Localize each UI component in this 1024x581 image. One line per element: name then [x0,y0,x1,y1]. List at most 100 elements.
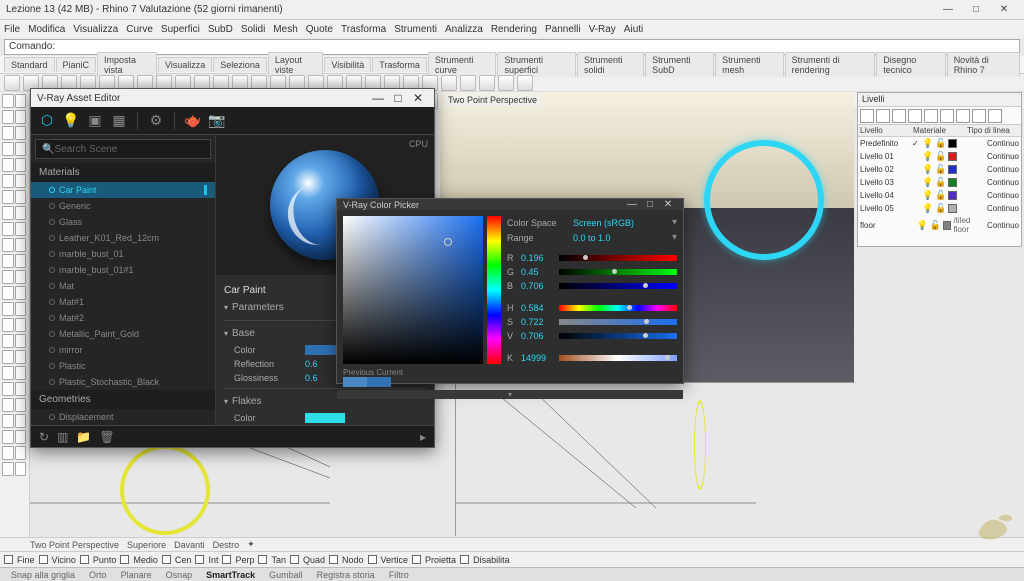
material-item[interactable]: marble_bust_01 [31,246,215,262]
toolbar-button[interactable] [441,75,457,91]
layer-row[interactable]: Livello 02💡🔓Continuo [858,163,1021,176]
tab-rendertools[interactable]: Strumenti di rendering [785,52,876,77]
status-item[interactable]: Planare [118,570,155,580]
g-slider[interactable] [559,269,677,275]
layer-row[interactable]: Predefinito✓💡🔓Continuo [858,137,1021,150]
tab-setview[interactable]: Imposta vista [97,52,157,77]
status-item[interactable]: Filtro [386,570,412,580]
material-item[interactable]: mirror [31,342,215,358]
toolbar-button[interactable] [4,75,20,91]
toolbar-button[interactable] [517,75,533,91]
range-dropdown[interactable]: Range0.0 to 1.0▾ [507,231,677,244]
flakes-color-swatch[interactable] [305,413,345,423]
viewport-label[interactable]: Two Point Perspective [444,94,541,106]
h-value[interactable]: 0.584 [521,303,555,313]
close-button[interactable]: ✕ [990,1,1018,19]
color-field[interactable] [343,216,483,364]
v-slider[interactable] [559,333,677,339]
material-item[interactable]: Plastic_Stochastic_Black [31,374,215,390]
materials-category-header[interactable]: Materials [31,163,215,182]
osnap-checkbox[interactable] [460,555,469,564]
hue-strip[interactable] [487,216,501,364]
menu-dimension[interactable]: Quote [306,24,333,35]
menu-panels[interactable]: Pannelli [545,24,581,35]
layer-row[interactable]: Livello 04💡🔓Continuo [858,189,1021,202]
materials-mode-icon[interactable]: ⬡ [37,111,57,131]
current-color-swatch[interactable] [367,377,391,387]
layers-panel-title[interactable]: Livelli [858,93,1021,107]
r-value[interactable]: 0.196 [521,253,555,263]
menu-transform[interactable]: Trasforma [341,24,386,35]
osnap-checkbox[interactable] [412,555,421,564]
render-icon[interactable]: 🫖 [183,111,203,131]
g-value[interactable]: 0.45 [521,267,555,277]
menu-curve[interactable]: Curve [126,24,153,35]
menu-edit[interactable]: Modifica [28,24,65,35]
lights-mode-icon[interactable]: 💡 [61,111,81,131]
menu-surface[interactable]: Superfici [161,24,200,35]
status-item[interactable]: Orto [86,570,110,580]
osnap-checkbox[interactable] [39,555,48,564]
delete-icon[interactable]: 🗑 [99,430,114,444]
color-space-dropdown[interactable]: Color SpaceScreen (sRGB)▾ [507,216,677,229]
status-item[interactable]: Registra storia [314,570,378,580]
textures-mode-icon[interactable]: ▦ [109,111,129,131]
material-item[interactable]: Plastic [31,358,215,374]
color-picker-collapse-button[interactable]: ▾ [337,390,683,399]
r-slider[interactable] [559,255,677,261]
vtab-top[interactable]: Superiore [127,540,166,550]
tab-curvetools[interactable]: Strumenti curve [428,52,497,77]
tab-transform[interactable]: Trasforma [372,57,427,72]
tab-display[interactable]: Visualizza [158,57,212,72]
color-marker[interactable] [444,238,452,246]
status-item[interactable]: Gumball [266,570,306,580]
tab-subdtools[interactable]: Strumenti SubD [645,52,714,77]
menu-render[interactable]: Rendering [491,24,537,35]
h-slider[interactable] [559,305,677,311]
menu-vray[interactable]: V-Ray [589,24,616,35]
v-value[interactable]: 0.706 [521,331,555,341]
osnap-checkbox[interactable] [4,555,13,564]
geometries-category-header[interactable]: Geometries [31,390,215,409]
tab-newv7[interactable]: Novità di Rhino 7 [947,52,1020,77]
tab-solidtools[interactable]: Strumenti solidi [577,52,644,77]
b-value[interactable]: 0.706 [521,281,555,291]
expand-icon[interactable]: ▸ [420,430,426,444]
minimize-button[interactable]: — [934,1,962,19]
osnap-checkbox[interactable] [258,555,267,564]
layer-row[interactable]: Livello 05💡🔓Continuo [858,202,1021,215]
tab-drafting[interactable]: Disegno tecnico [876,52,945,77]
menu-mesh[interactable]: Mesh [273,24,297,35]
vtab-perspective[interactable]: Two Point Perspective [30,540,119,550]
settings-icon[interactable]: ⚙ [146,111,166,131]
menu-help[interactable]: Aiuti [624,24,643,35]
osnap-checkbox[interactable] [195,555,204,564]
osnap-checkbox[interactable] [329,555,338,564]
material-item[interactable]: Mat#1 [31,294,215,310]
layer-row[interactable]: floor💡🔓/tiled floorContinuo [858,215,1021,235]
vtab-right[interactable]: Destro [213,540,240,550]
tab-standard[interactable]: Standard [4,57,55,72]
material-item[interactable]: Generic [31,198,215,214]
b-slider[interactable] [559,283,677,289]
menu-analyze[interactable]: Analizza [445,24,483,35]
tab-meshtools[interactable]: Strumenti mesh [715,52,784,77]
menu-tools[interactable]: Strumenti [394,24,437,35]
menu-subd[interactable]: SubD [208,24,233,35]
color-picker-titlebar[interactable]: V-Ray Color Picker — □ ✕ [337,199,683,210]
osnap-checkbox[interactable] [290,555,299,564]
asset-search-input[interactable]: 🔍 Search Scene [35,139,211,159]
k-slider[interactable] [559,355,677,361]
toolbar-button[interactable] [460,75,476,91]
cp-minimize-button[interactable]: — [623,199,641,210]
tab-layout[interactable]: Layout viste [268,52,324,77]
tab-visibility[interactable]: Visibilità [324,57,371,72]
menu-view[interactable]: Visualizza [73,24,118,35]
material-item[interactable]: Glass [31,214,215,230]
layer-row[interactable]: Livello 01💡🔓Continuo [858,150,1021,163]
camera-icon[interactable]: 📷 [207,111,227,131]
layer-row[interactable]: Livello 03💡🔓Continuo [858,176,1021,189]
material-item[interactable]: Leather_K01_Red_12cm [31,230,215,246]
status-item[interactable]: SmartTrack [203,570,258,580]
status-item[interactable]: Osnap [163,570,196,580]
